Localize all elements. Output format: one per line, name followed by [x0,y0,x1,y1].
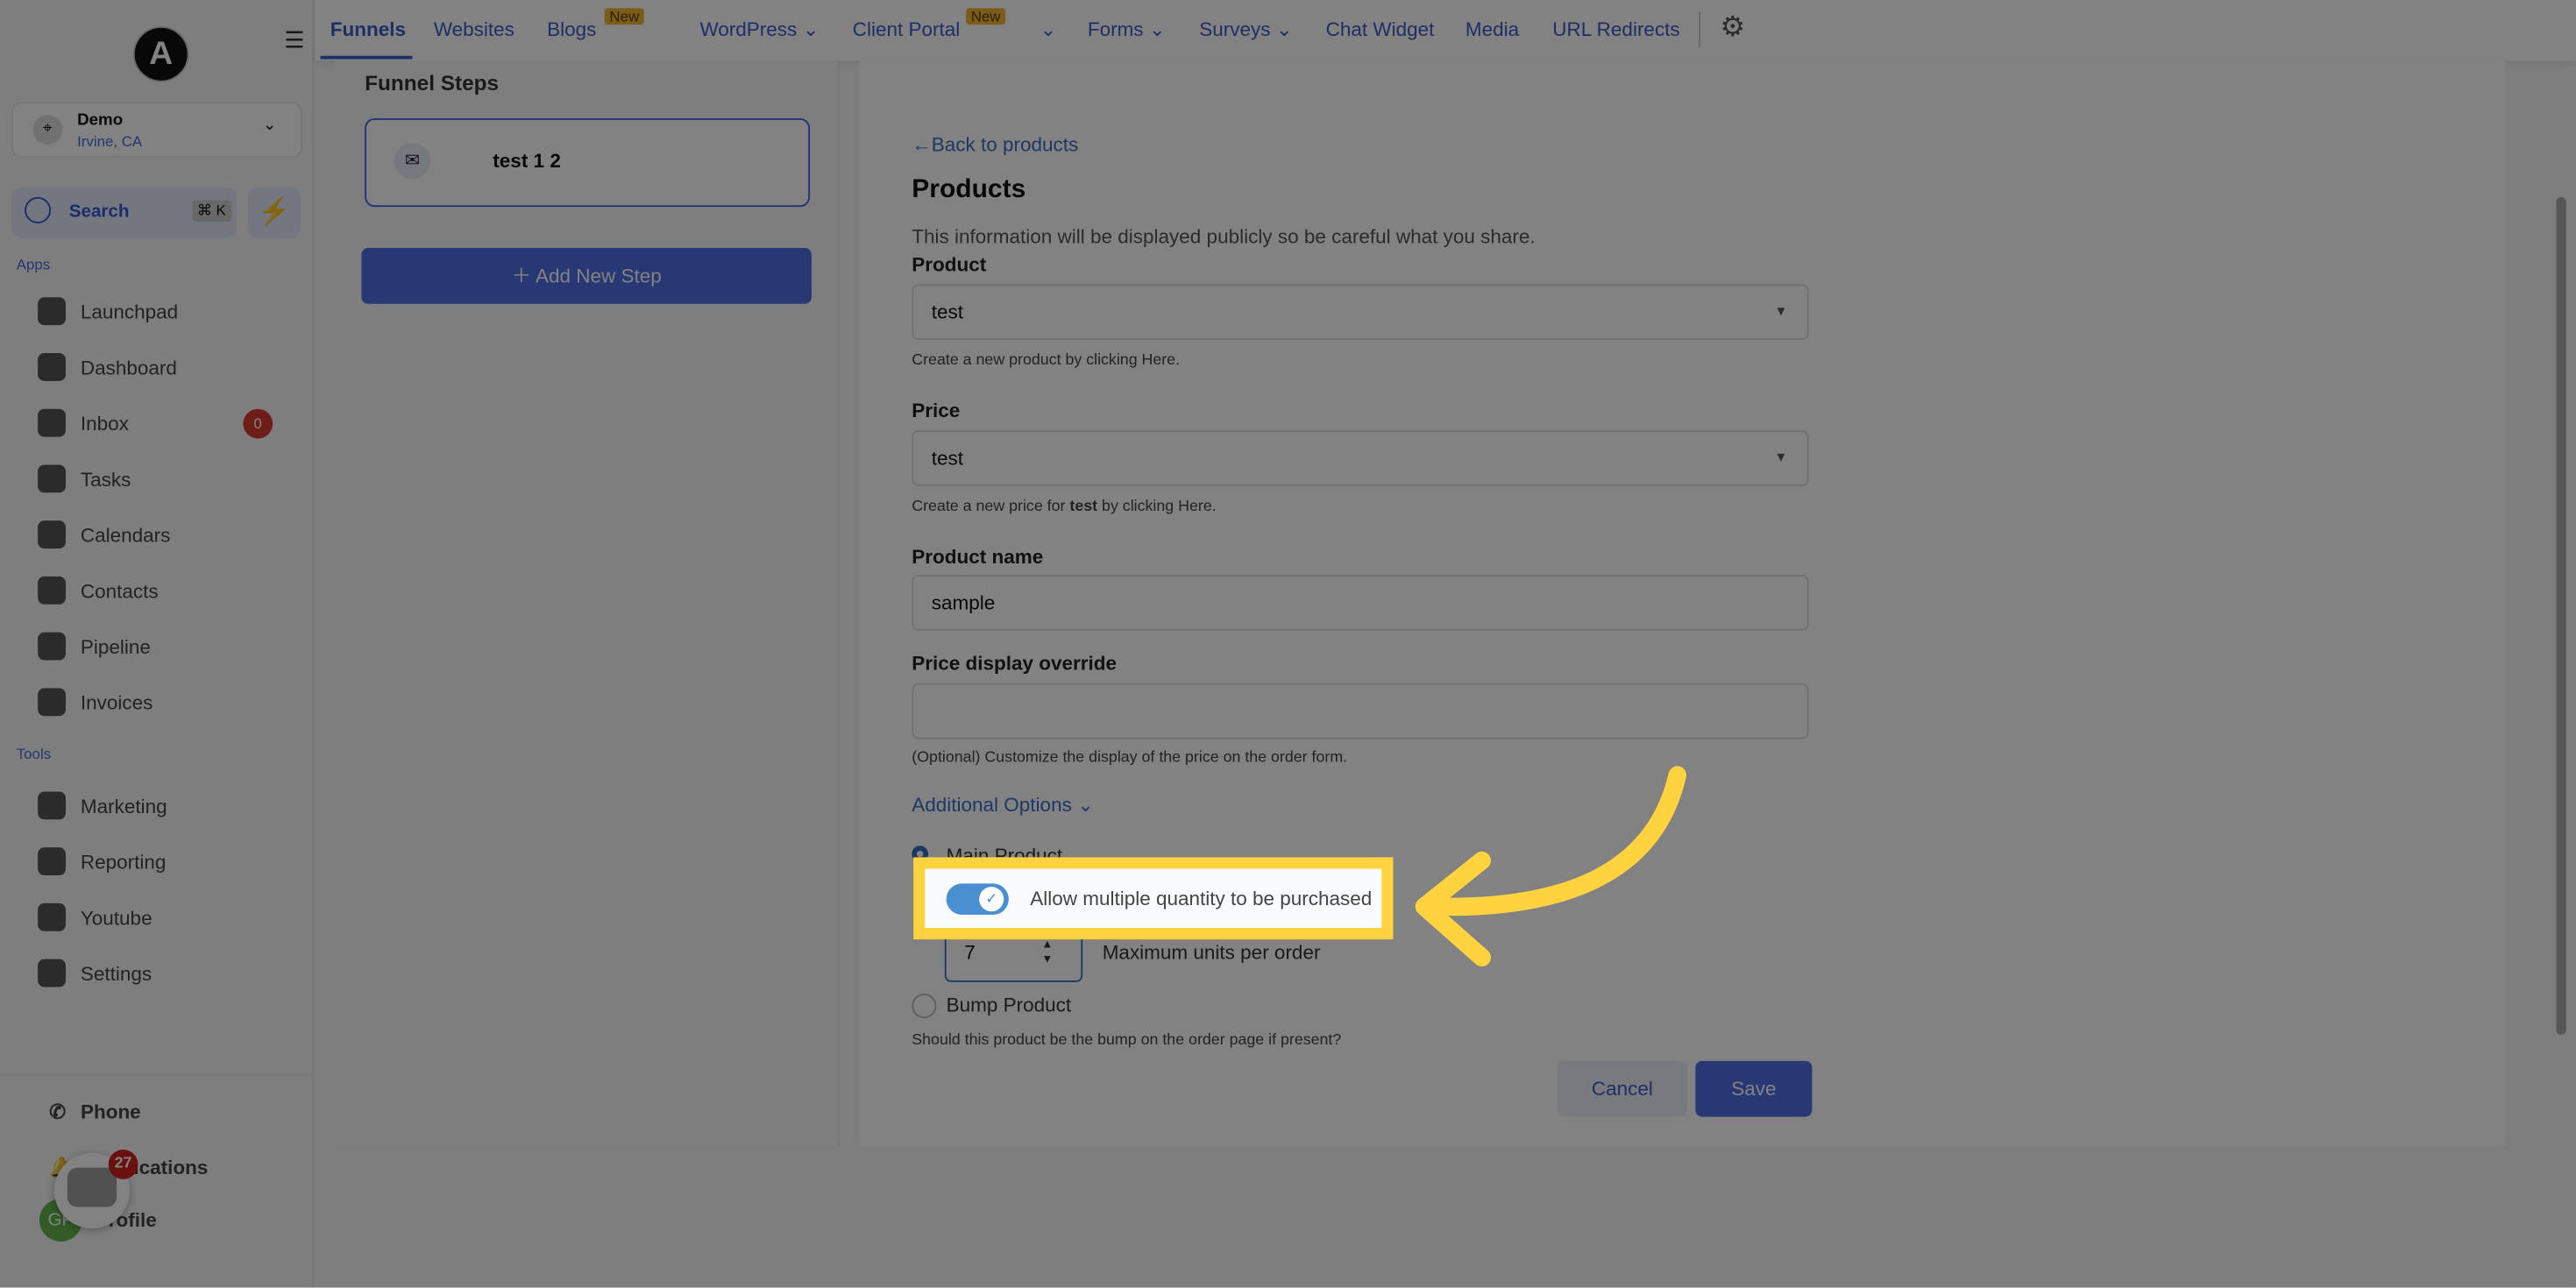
highlight-box: ✓ Allow multiple quantity to be purchase… [913,857,1394,940]
allow-multiple-label: Allow multiple quantity to be purchased [1030,887,1373,910]
check-icon: ✓ [979,887,1004,912]
allow-multiple-toggle[interactable]: ✓ [946,883,1009,916]
allow-multiple-row: ✓ Allow multiple quantity to be purchase… [925,868,1382,929]
arrow-annotation-icon [1415,766,1687,967]
dim-overlay [0,0,2576,1288]
